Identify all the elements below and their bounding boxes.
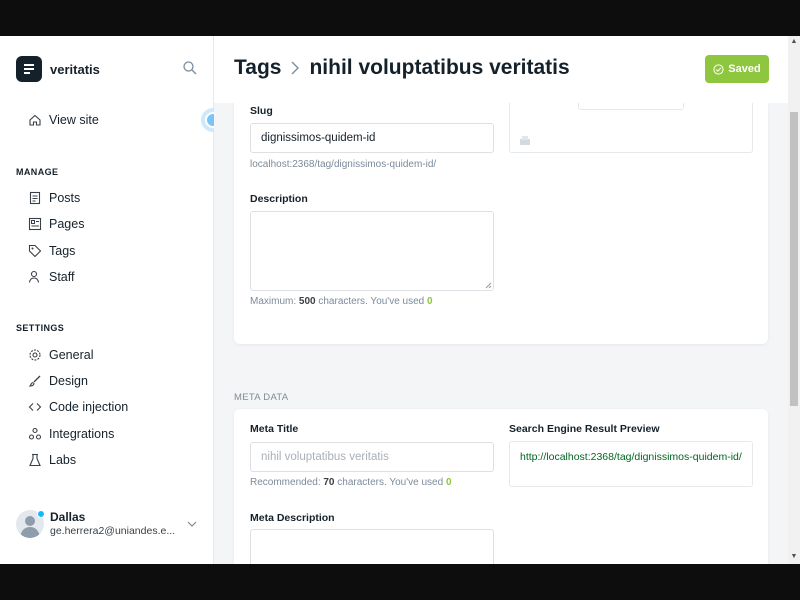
serp-label: Search Engine Result Preview <box>509 423 660 435</box>
integrations-icon <box>28 427 42 440</box>
scrollbar[interactable]: ▲ ▼ <box>788 36 800 564</box>
hint-mid: characters. You've used <box>318 296 425 307</box>
code-icon <box>28 403 42 411</box>
meta-data-card: Meta Title nihil voluptatibus veritatis … <box>234 409 768 564</box>
sidebar-item-label: Integrations <box>49 427 115 441</box>
hint-used: 0 <box>445 477 452 488</box>
main-content: Slug dignissimos-quidem-id localhost:236… <box>214 36 788 564</box>
brand-name: veritatis <box>50 61 100 77</box>
sidebar-item-staff[interactable]: Staff <box>28 270 74 284</box>
sidebar-item-label: Labs <box>49 453 77 467</box>
hint-recommended: 70 <box>323 477 335 488</box>
slug-url-hint: localhost:2368/tag/dignissimos-quidem-id… <box>250 159 437 170</box>
sidebar-item-posts[interactable]: Posts <box>28 191 80 205</box>
user-email: ge.herrera2@uniandes.e... <box>50 525 176 537</box>
sidebar-item-label: Pages <box>49 217 85 231</box>
description-textarea[interactable] <box>250 211 494 291</box>
description-label: Description <box>250 193 308 205</box>
sidebar-item-view-site[interactable]: View site <box>28 113 99 127</box>
image-placeholder-icon <box>520 136 530 145</box>
sidebar-item-label: Tags <box>49 244 76 258</box>
hint-mid: characters. You've used <box>337 477 444 488</box>
sidebar-item-label: Design <box>49 374 88 388</box>
hint-max: 500 <box>298 296 316 307</box>
user-menu[interactable]: Dallas ge.herrera2@uniandes.e... <box>16 506 206 546</box>
serp-preview: http://localhost:2368/tag/dignissimos-qu… <box>509 441 753 487</box>
meta-data-heading: META DATA <box>234 392 289 403</box>
hint-prefix: Recommended: <box>250 477 321 488</box>
scroll-up-icon[interactable]: ▲ <box>790 38 798 46</box>
saved-label: Saved <box>728 63 761 75</box>
sidebar-item-label: Code injection <box>49 400 129 414</box>
brand[interactable]: veritatis <box>16 56 100 82</box>
tag-icon <box>28 244 42 258</box>
sidebar-item-labs[interactable]: Labs <box>28 453 76 467</box>
scroll-down-icon[interactable]: ▼ <box>790 553 798 561</box>
status-dot-icon <box>37 510 45 518</box>
pages-icon <box>28 217 42 231</box>
sidebar-item-label: General <box>49 348 94 362</box>
meta-title-hint: Recommended: 70 characters. You've used … <box>250 477 452 488</box>
resize-handle-icon[interactable] <box>485 282 492 289</box>
sidebar-item-design[interactable]: Design <box>28 374 88 388</box>
slug-label: Slug <box>250 105 273 117</box>
posts-icon <box>29 191 41 205</box>
sidebar-item-label: Staff <box>49 270 75 284</box>
meta-description-textarea[interactable] <box>250 529 494 564</box>
sidebar-item-label: View site <box>49 113 99 127</box>
slug-input[interactable]: dignissimos-quidem-id <box>250 123 494 153</box>
description-hint: Maximum: 500 characters. You've used 0 <box>250 296 433 307</box>
meta-title-input[interactable]: nihil voluptatibus veritatis <box>250 442 494 472</box>
breadcrumb: Tags nihil voluptatibus veritatis <box>234 56 570 80</box>
chevron-right-icon <box>291 61 300 75</box>
staff-icon <box>28 270 40 283</box>
flask-icon <box>29 453 41 467</box>
settings-heading: SETTINGS <box>16 323 65 333</box>
tag-form-card: Slug dignissimos-quidem-id localhost:236… <box>234 93 768 344</box>
home-icon <box>29 114 41 126</box>
gear-icon <box>29 349 41 361</box>
page-header: Tags nihil voluptatibus veritatis Saved <box>214 36 788 103</box>
meta-title-label: Meta Title <box>250 423 299 435</box>
sidebar-item-integrations[interactable]: Integrations <box>28 427 114 441</box>
search-icon[interactable] <box>182 60 198 76</box>
chevron-down-icon[interactable] <box>186 518 198 530</box>
sidebar-item-code-injection[interactable]: Code injection <box>28 400 128 414</box>
user-name: Dallas <box>50 510 86 524</box>
saved-button[interactable]: Saved <box>705 55 769 83</box>
serp-url: http://localhost:2368/tag/dignissimos-qu… <box>520 451 742 463</box>
sidebar: veritatis View site MANAGE Posts Pages T… <box>0 36 225 564</box>
sidebar-item-label: Posts <box>49 191 81 205</box>
check-circle-icon <box>713 63 724 75</box>
app-window: veritatis View site MANAGE Posts Pages T… <box>0 36 800 564</box>
sidebar-item-pages[interactable]: Pages <box>28 217 84 231</box>
sidebar-item-tags[interactable]: Tags <box>28 244 75 258</box>
brush-icon <box>28 375 41 387</box>
meta-description-label: Meta Description <box>250 512 335 524</box>
sidebar-item-general[interactable]: General <box>28 348 93 362</box>
hint-prefix: Maximum: <box>250 296 297 307</box>
breadcrumb-parent[interactable]: Tags <box>234 56 281 80</box>
hint-used: 0 <box>427 296 433 307</box>
brand-logo-icon <box>16 56 42 82</box>
manage-heading: MANAGE <box>16 167 59 177</box>
scroll-thumb[interactable] <box>790 112 798 406</box>
page-title: nihil voluptatibus veritatis <box>309 56 570 79</box>
